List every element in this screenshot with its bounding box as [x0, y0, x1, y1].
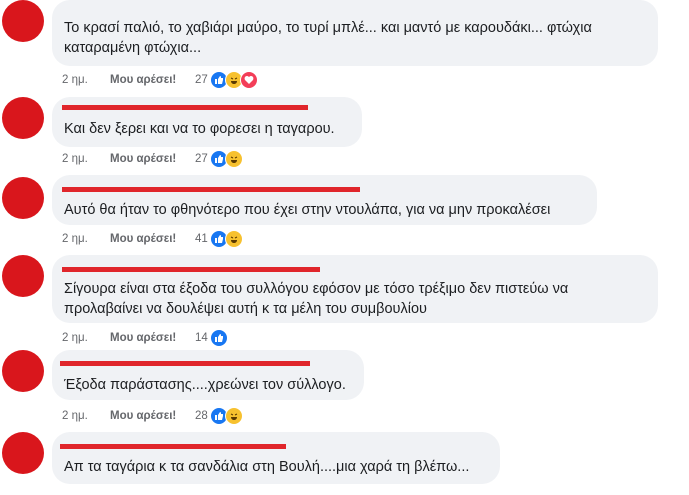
redacted-author-name [60, 444, 286, 449]
avatar[interactable] [2, 350, 44, 392]
comment-text-line: προλαβαίνει να δουλέψει αυτή κ τα μέλη τ… [64, 301, 427, 317]
comment-text-line: Το κρασί παλιό, το χαβιάρι μαύρο, το τυρ… [64, 20, 592, 36]
comment-text: Απ τα ταγάρια κ τα σανδάλια στη Βουλή...… [64, 457, 490, 477]
like-button[interactable]: Μου αρέσει! [110, 233, 182, 245]
haha-icon [224, 407, 243, 425]
redacted-author-name [62, 267, 320, 272]
like-button[interactable]: Μου αρέσει! [110, 74, 182, 86]
comment-bubble: Σίγουρα είναι στα έξοδα του συλλόγου εφό… [52, 255, 658, 323]
comment-bubble: Απ τα ταγάρια κ τα σανδάλια στη Βουλή...… [52, 432, 500, 484]
comment-text-line: Αυτό θα ήταν το φθηνότερο που έχει στην … [64, 202, 551, 218]
comment-actions: 2 ημ. Μου αρέσει! [62, 233, 182, 245]
reaction-count: 28 [195, 410, 208, 422]
comment-text-line: Και δεν ξερει και να το φορεσει η ταγαρο… [64, 121, 335, 137]
like-button[interactable]: Μου αρέσει! [110, 153, 182, 165]
reaction-summary[interactable]: 14 [195, 329, 228, 347]
comment-text-line: Έξοδα παράστασης....χρεώνει τον σύλλογο. [64, 377, 346, 393]
reaction-count: 14 [195, 332, 208, 344]
timestamp[interactable]: 2 ημ. [62, 74, 110, 86]
comment-bubble: Έξοδα παράστασης....χρεώνει τον σύλλογο. [52, 350, 364, 400]
comment-actions: 2 ημ. Μου αρέσει! [62, 153, 182, 165]
reaction-count: 41 [195, 233, 208, 245]
comment-text: Έξοδα παράστασης....χρεώνει τον σύλλογο. [64, 375, 354, 395]
comment-text: Αυτό θα ήταν το φθηνότερο που έχει στην … [64, 200, 587, 220]
reaction-count: 27 [195, 153, 208, 165]
comment-text-line: καταραμένη φτώχια... [64, 40, 202, 56]
timestamp[interactable]: 2 ημ. [62, 153, 110, 165]
like-icon [209, 329, 228, 347]
reaction-summary[interactable]: 28 [195, 407, 243, 425]
comment-actions: 2 ημ. Μου αρέσει! [62, 74, 182, 86]
comment-text-line: Απ τα ταγάρια κ τα σανδάλια στη Βουλή...… [64, 459, 470, 475]
comment-actions: 2 ημ. Μου αρέσει! [62, 332, 182, 344]
comment-actions: 2 ημ. Μου αρέσει! [62, 410, 182, 422]
comment-text: Σίγουρα είναι στα έξοδα του συλλόγου εφό… [64, 279, 648, 319]
redacted-author-name [60, 361, 310, 366]
timestamp[interactable]: 2 ημ. [62, 332, 110, 344]
comment-text: Το κρασί παλιό, το χαβιάρι μαύρο, το τυρ… [64, 18, 648, 58]
like-button[interactable]: Μου αρέσει! [110, 332, 182, 344]
reaction-summary[interactable]: 41 [195, 230, 243, 248]
timestamp[interactable]: 2 ημ. [62, 410, 110, 422]
avatar[interactable] [2, 0, 44, 42]
avatar[interactable] [2, 255, 44, 297]
reaction-count: 27 [195, 74, 208, 86]
haha-icon [224, 230, 243, 248]
avatar[interactable] [2, 177, 44, 219]
redacted-author-name [62, 105, 308, 110]
avatar[interactable] [2, 97, 44, 139]
timestamp[interactable]: 2 ημ. [62, 233, 110, 245]
comment-text: Και δεν ξερει και να το φορεσει η ταγαρο… [64, 119, 352, 139]
comment-bubble: Το κρασί παλιό, το χαβιάρι μαύρο, το τυρ… [52, 0, 658, 66]
avatar[interactable] [2, 432, 44, 474]
reaction-summary[interactable]: 27 [195, 150, 243, 168]
reaction-summary[interactable]: 27 [195, 71, 258, 89]
redacted-author-name [62, 187, 360, 192]
like-button[interactable]: Μου αρέσει! [110, 410, 182, 422]
comment-bubble: Και δεν ξερει και να το φορεσει η ταγαρο… [52, 97, 362, 147]
love-icon [239, 71, 258, 89]
comment-bubble: Αυτό θα ήταν το φθηνότερο που έχει στην … [52, 175, 597, 225]
comment-text-line: Σίγουρα είναι στα έξοδα του συλλόγου εφό… [64, 281, 569, 297]
haha-icon [224, 150, 243, 168]
